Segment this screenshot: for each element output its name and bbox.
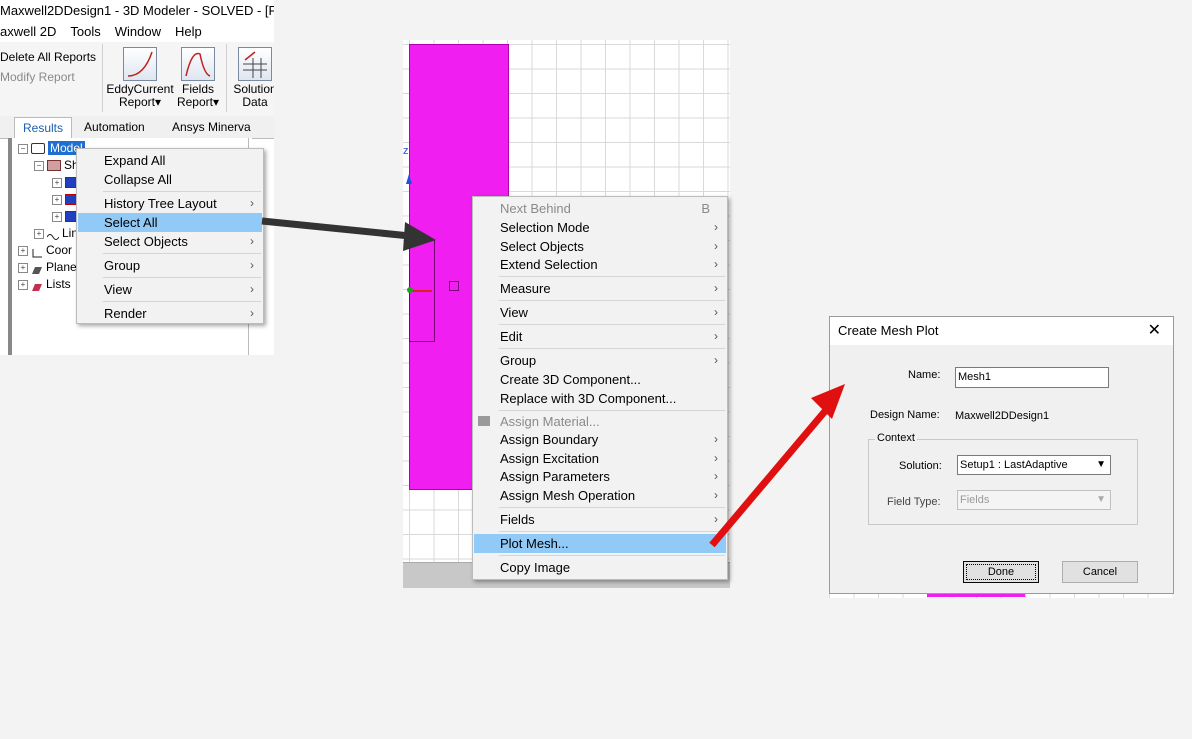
annotation-arrows [261,217,845,548]
red-arrow-icon [709,384,845,548]
dark-arrow-icon [261,217,436,251]
